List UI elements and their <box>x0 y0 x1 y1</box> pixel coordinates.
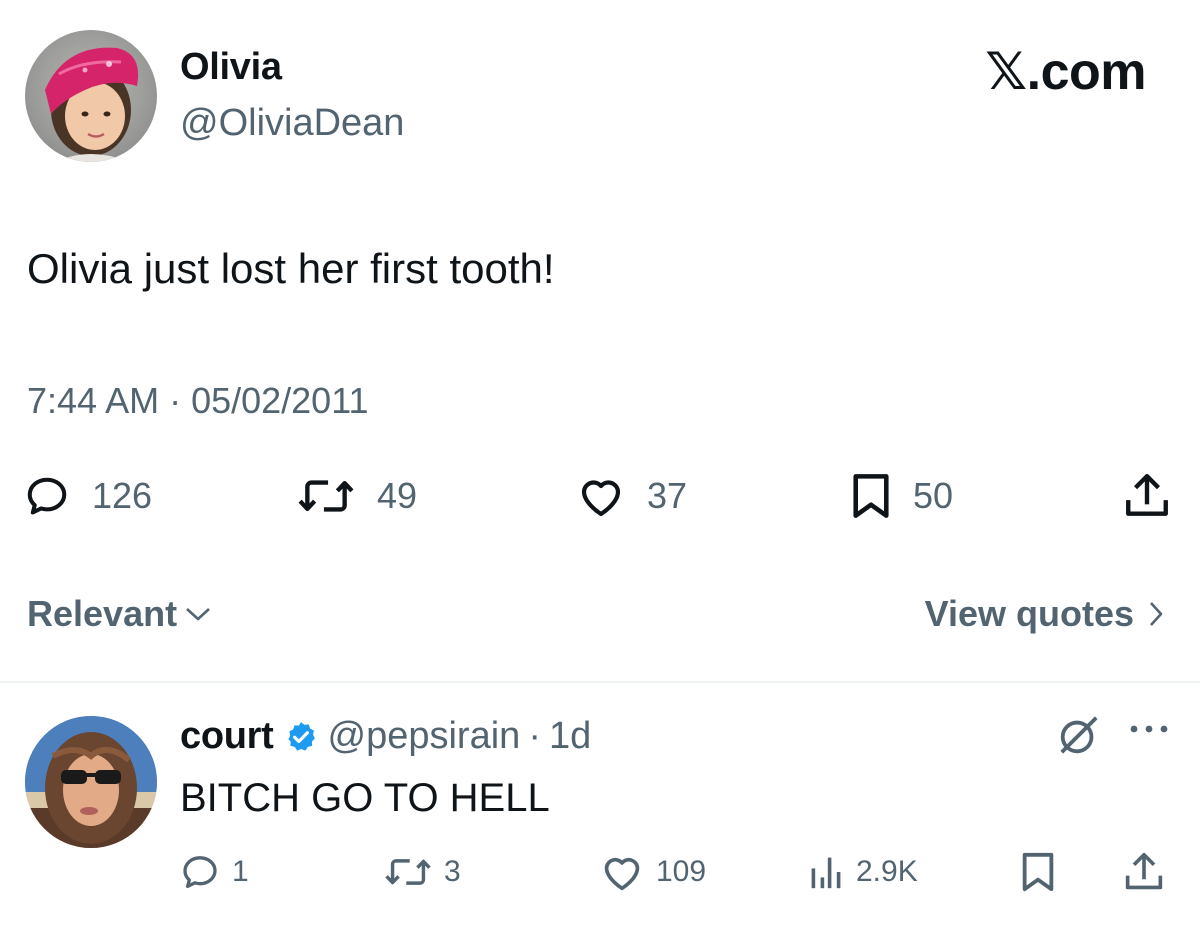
reply-repost-count: 3 <box>444 855 461 888</box>
reply-like-count: 109 <box>656 855 707 888</box>
reply-repost-button[interactable]: 3 <box>384 848 461 896</box>
reply-bookmark-button[interactable] <box>1020 848 1056 896</box>
reply-reply-button[interactable]: 1 <box>180 848 249 896</box>
tweet-timestamp[interactable]: 7:44 AM · 05/02/2011 <box>27 380 369 422</box>
share-icon <box>1126 474 1168 516</box>
tweet-text: Olivia just lost her first tooth! <box>27 245 555 292</box>
author-display-name[interactable]: Olivia <box>180 46 282 89</box>
reply-views-button[interactable]: 2.9K <box>808 848 918 896</box>
author-avatar[interactable] <box>25 30 157 162</box>
avatar-image <box>25 716 157 848</box>
share-icon <box>1125 852 1163 890</box>
separator-dot: · <box>528 715 541 757</box>
verified-badge-icon[interactable] <box>284 720 318 754</box>
reply-author-avatar[interactable] <box>25 716 157 848</box>
divider <box>0 681 1200 683</box>
repost-icon <box>385 859 431 885</box>
grok-icon[interactable] <box>1056 712 1102 763</box>
bookmark-icon <box>1022 852 1054 892</box>
reply-reply-count: 1 <box>232 855 249 888</box>
heart-icon <box>581 480 621 517</box>
bookmark-count: 50 <box>913 475 954 516</box>
reply-count: 126 <box>92 475 153 516</box>
reply-icon <box>27 477 67 515</box>
reply-share-button[interactable] <box>1124 848 1164 896</box>
sort-label: Relevant <box>27 593 178 634</box>
view-quotes-label: View quotes <box>924 593 1134 634</box>
heart-icon <box>604 857 640 891</box>
reply-header: court @pepsirain · 1d <box>180 715 591 758</box>
reply-like-button[interactable]: 109 <box>600 848 706 896</box>
chevron-down-icon <box>186 608 210 621</box>
share-button[interactable] <box>1124 470 1170 522</box>
avatar-image <box>45 47 139 162</box>
reply-view-count: 2.9K <box>856 855 918 888</box>
like-button[interactable]: 37 <box>577 470 687 522</box>
x-logo-suffix: .com <box>1026 43 1147 101</box>
reply-icon <box>183 856 217 888</box>
reply-text: BITCH GO TO HELL <box>180 776 550 820</box>
repost-count: 49 <box>377 475 418 516</box>
repost-button[interactable]: 49 <box>297 470 417 522</box>
repost-icon <box>298 480 354 512</box>
bookmark-button[interactable]: 50 <box>851 470 953 522</box>
more-options-icon[interactable] <box>1128 722 1172 741</box>
reply-age[interactable]: 1d <box>549 715 591 758</box>
reply-button[interactable]: 126 <box>24 470 152 522</box>
chevron-right-icon <box>1150 602 1163 626</box>
bookmark-icon <box>853 474 889 518</box>
reply-author-display-name[interactable]: court <box>180 715 274 758</box>
reply-author-handle[interactable]: @pepsirain <box>328 715 521 758</box>
sort-replies-dropdown[interactable]: Relevant <box>27 593 211 635</box>
analytics-icon <box>811 857 841 889</box>
x-logo-glyph: 𝕏 <box>985 42 1027 102</box>
like-count: 37 <box>647 475 688 516</box>
view-quotes-link[interactable]: View quotes <box>925 593 1164 635</box>
author-handle[interactable]: @OliviaDean <box>180 102 404 145</box>
x-logo: 𝕏.com <box>985 42 1146 102</box>
